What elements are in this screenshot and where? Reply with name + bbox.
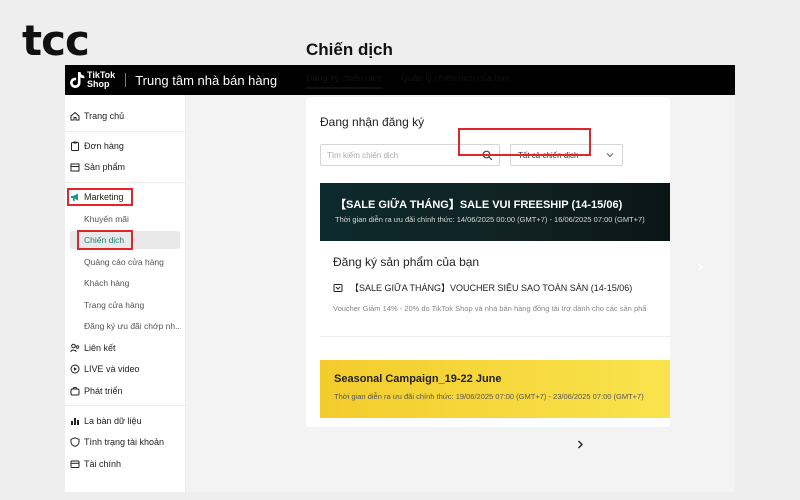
- sidebar-item-marketing[interactable]: Marketing: [65, 188, 186, 206]
- voucher-title: 【SALE GIỮA THÁNG】VOUCHER SIÊU SAO TOÀN S…: [350, 283, 633, 293]
- tab-manage-campaigns[interactable]: Quản lý chiến dịch của bạn: [401, 73, 510, 83]
- submenu-item-campaigns[interactable]: Chiến dịch: [70, 231, 180, 249]
- sidebar-item-account-health[interactable]: Tình trạng tài khoản: [65, 433, 186, 451]
- video-icon: [70, 364, 80, 374]
- sidebar-item-label: Marketing: [84, 192, 124, 202]
- sidebar-divider: [65, 182, 186, 183]
- campaign-filter-select[interactable]: Tất cả chiến dịch: [510, 144, 623, 166]
- register-products-title: Đăng ký sản phẩm của bạn: [333, 255, 480, 269]
- chevron-down-icon: [606, 153, 614, 158]
- tiktok-note-icon: [70, 72, 85, 88]
- sidebar-item-orders[interactable]: Đơn hàng: [65, 137, 186, 155]
- home-icon: [70, 111, 80, 121]
- filter-selected-value: Tất cả chiến dịch: [518, 150, 579, 160]
- rocket-icon: [70, 386, 80, 396]
- box-icon: [70, 162, 80, 172]
- submenu-item-flash-deals[interactable]: Đăng ký ưu đãi chớp nh...: [65, 317, 181, 335]
- section-title: Đang nhận đăng ký: [320, 115, 425, 129]
- sidebar-item-label: Sản phẩm: [84, 162, 126, 172]
- sidebar-divider: [65, 131, 186, 132]
- sidebar-item-label: La bàn dữ liệu: [84, 416, 142, 426]
- sidebar-item-label: Liên kết: [84, 343, 116, 353]
- campaign-banner-seasonal[interactable]: Seasonal Campaign_19-22 June Thời gian d…: [320, 360, 670, 418]
- sidebar-divider: [65, 405, 186, 406]
- submenu-item-store-ads[interactable]: Quảng cáo cửa hàng: [65, 253, 181, 271]
- sidebar-item-growth[interactable]: Phát triển: [65, 382, 186, 400]
- shield-icon: [70, 437, 80, 447]
- users-link-icon: [70, 343, 80, 353]
- banner-title: 【SALE GIỮA THÁNG】SALE VUI FREESHIP (14-1…: [335, 199, 623, 211]
- voucher-description: Voucher Giảm 14% - 20% do TikTok Shop và…: [333, 304, 647, 313]
- sidebar-item-label: Tình trạng tài khoản: [84, 437, 165, 447]
- sidebar-item-label: LIVE và video: [84, 364, 140, 374]
- tab-register-campaign[interactable]: Đăng ký chiến dịch: [306, 73, 383, 89]
- sidebar-item-label: Phát triển: [84, 386, 123, 396]
- campaign-search[interactable]: [320, 144, 500, 166]
- wallet-icon: [70, 459, 80, 469]
- sidebar-item-label: Trang chủ: [84, 111, 125, 121]
- sidebar-item-live-video[interactable]: LIVE và video: [65, 360, 186, 378]
- banner-subtitle: Thời gian diễn ra ưu đãi chính thức: 14/…: [335, 215, 645, 224]
- banner-title: Seasonal Campaign_19-22 June: [334, 373, 502, 385]
- banner-subtitle: Thời gian diễn ra ưu đãi chính thức: 19/…: [334, 392, 644, 401]
- content-divider: [320, 336, 670, 337]
- submenu-item-promotions[interactable]: Khuyến mãi: [65, 210, 181, 228]
- topbar-divider: [125, 73, 127, 87]
- campaign-banner-freeship[interactable]: 【SALE GIỮA THÁNG】SALE VUI FREESHIP (14-1…: [320, 183, 670, 241]
- voucher-icon: [333, 283, 343, 292]
- top-bar: TikTok Shop Trung tâm nhà bán hàng: [65, 65, 735, 95]
- sidebar: Trang chủ Đơn hàng Sản phẩm Marketing Kh…: [65, 95, 186, 492]
- submenu-item-customers[interactable]: Khách hàng: [65, 274, 181, 292]
- tcc-logo: tcc: [22, 16, 90, 65]
- app-title: Trung tâm nhà bán hàng: [135, 72, 278, 88]
- sidebar-item-label: Đơn hàng: [84, 141, 124, 151]
- logo-line-2: Shop: [87, 79, 110, 89]
- chart-icon: [70, 416, 80, 426]
- chevron-right-icon: [578, 440, 583, 449]
- sidebar-item-label: Tài chính: [84, 459, 122, 469]
- sidebar-item-products[interactable]: Sản phẩm: [65, 158, 186, 176]
- submenu-item-store-page[interactable]: Trang cửa hàng: [65, 296, 181, 314]
- sidebar-item-data-compass[interactable]: La bàn dữ liệu: [65, 412, 186, 430]
- search-input[interactable]: [327, 145, 477, 166]
- page-title: Chiến dịch: [306, 40, 393, 59]
- sidebar-item-affiliate[interactable]: Liên kết: [65, 339, 186, 357]
- sidebar-item-finance[interactable]: Tài chính: [65, 455, 186, 473]
- voucher-campaign-item[interactable]: 【SALE GIỮA THÁNG】VOUCHER SIÊU SAO TOÀN S…: [333, 281, 632, 294]
- chevron-right-icon: [698, 263, 703, 272]
- tiktok-shop-logo[interactable]: TikTok Shop: [69, 71, 115, 89]
- clipboard-icon: [70, 141, 80, 151]
- search-icon[interactable]: [482, 150, 493, 161]
- megaphone-icon: [70, 192, 80, 202]
- sidebar-item-home[interactable]: Trang chủ: [65, 107, 186, 125]
